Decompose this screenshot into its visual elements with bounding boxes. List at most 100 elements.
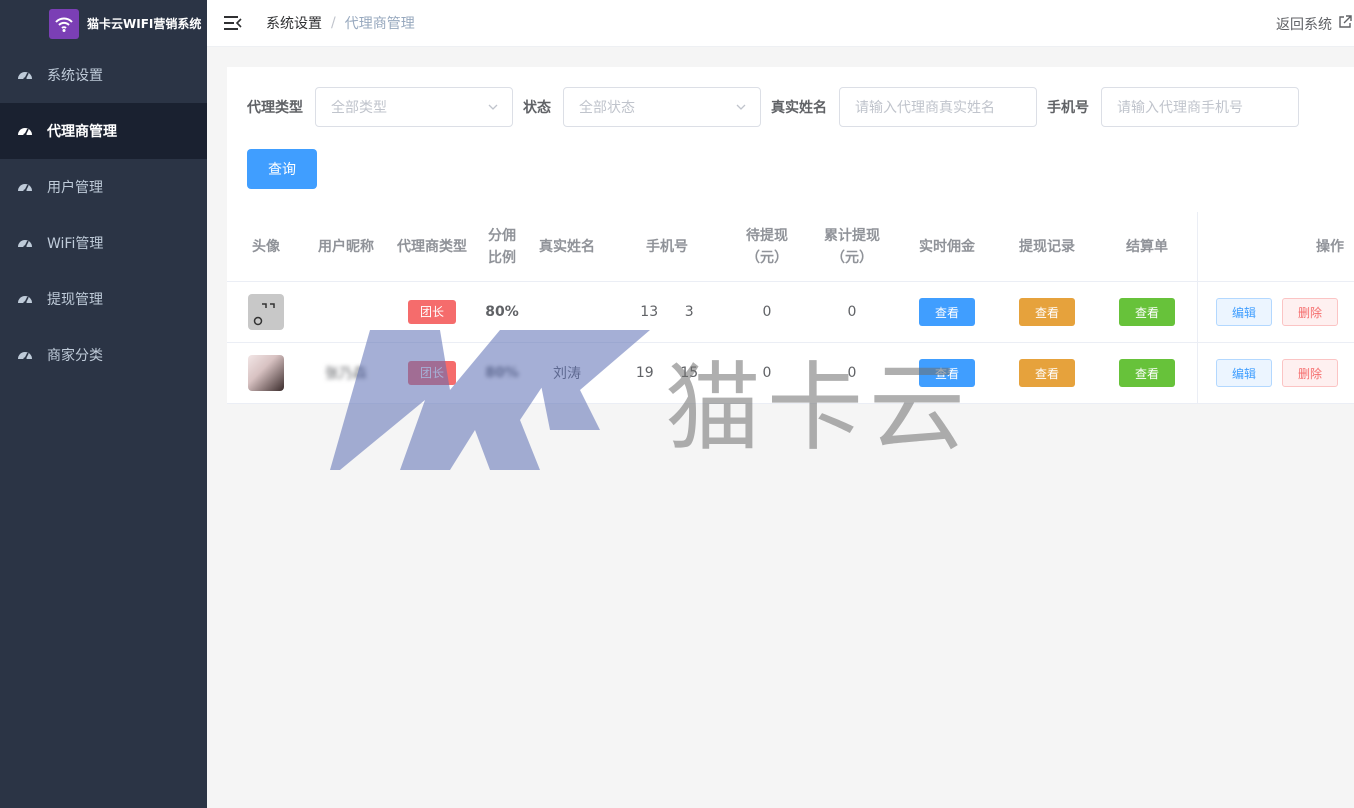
dashboard-icon xyxy=(17,123,33,139)
sidebar-item-system-settings[interactable]: 系统设置 xyxy=(0,47,207,103)
phone-input[interactable]: 请输入代理商手机号 xyxy=(1101,87,1299,127)
agent-type-tag: 团长 xyxy=(407,300,456,324)
pending-cell: 0 xyxy=(762,365,772,381)
real-name-placeholder: 请输入代理商真实姓名 xyxy=(855,100,995,116)
view-commission-button[interactable]: 查看 xyxy=(919,359,975,387)
phone-cell: 13 3 xyxy=(640,304,694,320)
ratio-cell: 80% xyxy=(485,304,519,320)
nickname-cell: 张乃森 xyxy=(325,366,367,382)
chevron-down-icon xyxy=(487,101,499,117)
avatar-cell xyxy=(227,282,305,342)
edit-button[interactable]: 编辑 xyxy=(1216,359,1272,387)
col-pending-line1: 待提现 xyxy=(746,227,788,244)
col-total-line1: 累计提现 xyxy=(824,227,880,244)
sidebar-item-label: 商家分类 xyxy=(47,348,103,364)
real-name-cell xyxy=(527,282,607,342)
agent-type-tag: 团长 xyxy=(407,361,456,385)
avatar-cell xyxy=(227,343,305,403)
filter-bar: 代理类型 全部类型 状态 全部状态 真实姓名 请输入代理商真实姓名 手机号 请输… xyxy=(247,87,1309,127)
view-settlement-button[interactable]: 查看 xyxy=(1119,359,1175,387)
view-settlement-button[interactable]: 查看 xyxy=(1119,298,1175,326)
col-nickname: 用户昵称 xyxy=(318,238,374,255)
agent-type-label: 代理类型 xyxy=(247,100,303,116)
view-commission-button[interactable]: 查看 xyxy=(919,298,975,326)
logo: 猫卡云WIFI营销系统 xyxy=(0,0,207,47)
table-row: 团长 80% 13 3 0 0 查看 查看 查看 编辑 删除 xyxy=(227,282,1354,343)
app-title: 猫卡云WIFI营销系统 xyxy=(87,17,202,31)
agent-table: 头像 用户昵称 代理商类型 分佣 比例 真实姓名 手机号 待提现 （元） 累计提… xyxy=(227,212,1354,404)
query-button[interactable]: 查询 xyxy=(247,149,317,189)
avatar xyxy=(248,355,284,391)
external-link-icon xyxy=(1338,15,1352,33)
menu-toggle-icon[interactable] xyxy=(224,13,244,33)
col-records: 提现记录 xyxy=(1019,238,1075,255)
sidebar: 猫卡云WIFI营销系统 系统设置 代理商管理 用户管理 WiFi管理 提现管理 … xyxy=(0,0,207,808)
agent-type-placeholder: 全部类型 xyxy=(331,100,387,116)
status-placeholder: 全部状态 xyxy=(579,100,635,116)
col-total-line2: （元） xyxy=(831,249,873,266)
view-records-button[interactable]: 查看 xyxy=(1019,359,1075,387)
agent-type-select[interactable]: 全部类型 xyxy=(315,87,513,127)
col-settlement: 结算单 xyxy=(1126,238,1168,255)
real-name-label: 真实姓名 xyxy=(771,100,827,116)
sidebar-item-label: 代理商管理 xyxy=(47,124,117,140)
return-system-link[interactable]: 返回系统 xyxy=(1276,14,1352,34)
sidebar-item-wifi-management[interactable]: WiFi管理 xyxy=(0,215,207,271)
nickname-cell xyxy=(305,282,387,342)
total-cell: 0 xyxy=(847,365,857,381)
avatar xyxy=(248,294,284,330)
col-pending-line2: （元） xyxy=(746,249,788,266)
dashboard-icon xyxy=(17,235,33,251)
status-label: 状态 xyxy=(523,100,551,116)
actions-cell: 编辑 删除 xyxy=(1197,282,1354,342)
return-system-label: 返回系统 xyxy=(1276,17,1332,33)
breadcrumb-item-system-settings[interactable]: 系统设置 xyxy=(266,13,322,33)
delete-button[interactable]: 删除 xyxy=(1282,359,1338,387)
phone-label: 手机号 xyxy=(1047,100,1089,116)
real-name-input[interactable]: 请输入代理商真实姓名 xyxy=(839,87,1037,127)
dashboard-icon xyxy=(17,347,33,363)
col-ratio-line2: 比例 xyxy=(488,249,516,266)
records-cell: 查看 xyxy=(997,282,1097,342)
settlement-cell: 查看 xyxy=(1097,282,1197,342)
phone-cell: 19 15 xyxy=(635,365,699,381)
commission-cell: 查看 xyxy=(897,343,997,403)
actions-cell: 编辑 删除 xyxy=(1197,343,1354,403)
sidebar-item-agent-management[interactable]: 代理商管理 xyxy=(0,103,207,159)
col-total: 累计提现 （元） xyxy=(807,212,897,281)
sidebar-item-user-management[interactable]: 用户管理 xyxy=(0,159,207,215)
view-records-button[interactable]: 查看 xyxy=(1019,298,1075,326)
col-phone: 手机号 xyxy=(646,238,688,255)
col-real-name: 真实姓名 xyxy=(539,238,595,255)
top-header: 系统设置 / 代理商管理 返回系统 xyxy=(207,0,1354,47)
agent-type-cell: 团长 xyxy=(387,282,477,342)
status-select[interactable]: 全部状态 xyxy=(563,87,761,127)
delete-button[interactable]: 删除 xyxy=(1282,298,1338,326)
total-cell: 0 xyxy=(847,304,857,320)
sidebar-item-label: 用户管理 xyxy=(47,180,103,196)
agent-type-cell: 团长 xyxy=(387,343,477,403)
sidebar-item-withdrawal-management[interactable]: 提现管理 xyxy=(0,271,207,327)
pending-cell: 0 xyxy=(762,304,772,320)
col-pending: 待提现 （元） xyxy=(727,212,807,281)
ratio-cell: 80% xyxy=(485,365,519,381)
agent-list-card: 代理类型 全部类型 状态 全部状态 真实姓名 请输入代理商真实姓名 手机号 请输… xyxy=(227,67,1354,404)
table-row: 张乃森 团长 80% 刘涛 19 15 0 0 查看 查看 查看 编辑 删除 xyxy=(227,343,1354,404)
breadcrumb-separator: / xyxy=(331,15,336,31)
edit-button[interactable]: 编辑 xyxy=(1216,298,1272,326)
wifi-icon xyxy=(49,8,79,39)
breadcrumb: 系统设置 / 代理商管理 xyxy=(266,13,415,33)
sidebar-item-label: 系统设置 xyxy=(47,68,103,84)
col-avatar: 头像 xyxy=(252,238,280,255)
breadcrumb-item-current: 代理商管理 xyxy=(344,16,415,32)
col-commission: 实时佣金 xyxy=(919,238,975,255)
col-ratio-line1: 分佣 xyxy=(488,227,516,244)
real-name-cell: 刘涛 xyxy=(553,366,581,382)
dashboard-icon xyxy=(17,67,33,83)
commission-cell: 查看 xyxy=(897,282,997,342)
sidebar-item-label: WiFi管理 xyxy=(47,236,104,252)
sidebar-item-merchant-category[interactable]: 商家分类 xyxy=(0,327,207,383)
col-agent-type: 代理商类型 xyxy=(397,238,467,255)
table-header: 头像 用户昵称 代理商类型 分佣 比例 真实姓名 手机号 待提现 （元） 累计提… xyxy=(227,212,1354,282)
col-actions: 操作 xyxy=(1197,212,1354,281)
